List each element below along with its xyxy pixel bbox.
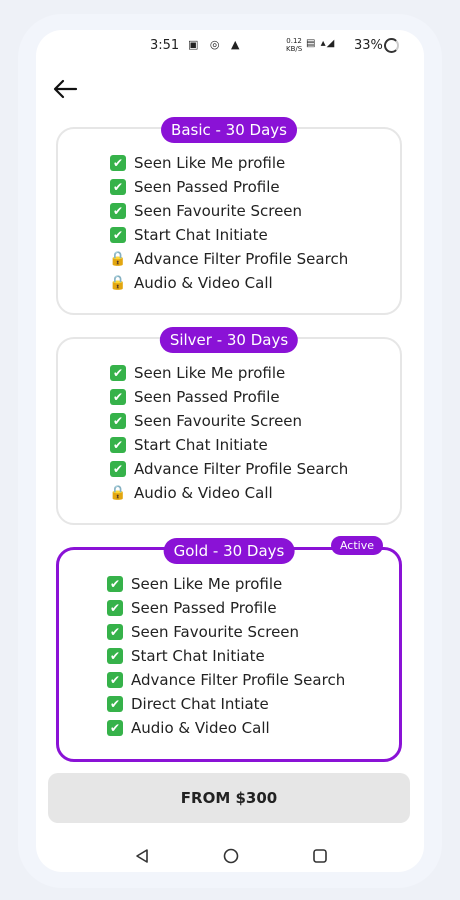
feature-label: Start Chat Initiate xyxy=(134,436,268,454)
feature-item: ✔ Seen Favourite Screen xyxy=(107,620,345,644)
nav-home-button[interactable] xyxy=(223,848,239,864)
system-nav-bar xyxy=(36,840,424,870)
check-icon: ✔ xyxy=(107,720,123,736)
feature-list: ✔ Seen Like Me profile ✔ Seen Passed Profil… xyxy=(109,151,349,295)
feature-item: ✔ Seen Like Me profile xyxy=(110,151,348,175)
nav-back-icon xyxy=(136,849,148,863)
plan-card-silver[interactable]: Silver - 30 Days ✔ Seen Like Me profile ✔ S… xyxy=(56,327,402,525)
check-icon: ✔ xyxy=(110,389,126,405)
feature-item: ✔ Seen Like Me profile xyxy=(107,572,345,596)
feature-label: Audio & Video Call xyxy=(134,484,273,502)
check-icon: ✔ xyxy=(107,624,123,640)
feature-item: ✔ Start Chat Initiate xyxy=(110,223,348,247)
feature-item: ✔ Advance Filter Profile Search xyxy=(110,457,348,481)
network-speed-value: 0.12 xyxy=(286,37,302,45)
feature-label: Seen Like Me profile xyxy=(134,154,286,172)
nav-recents-button[interactable] xyxy=(312,848,328,864)
network-signal-icon: ▤ ▴◢ xyxy=(306,38,336,49)
lock-icon: 🔒 xyxy=(109,275,127,291)
plan-title: Gold - 30 Days xyxy=(163,538,295,564)
back-arrow-icon xyxy=(53,79,78,99)
lock-icon: 🔒 xyxy=(109,251,127,267)
feature-label: Direct Chat Intiate xyxy=(131,695,269,713)
feature-label: Start Chat Initiate xyxy=(134,226,268,244)
feature-label: Seen Favourite Screen xyxy=(134,202,303,220)
feature-label: Advance Filter Profile Search xyxy=(134,250,349,268)
feature-label: Seen Favourite Screen xyxy=(134,412,303,430)
check-icon: ✔ xyxy=(110,155,126,171)
battery-icon xyxy=(384,38,399,53)
check-icon: ✔ xyxy=(110,179,126,195)
plan-title: Basic - 30 Days xyxy=(161,117,297,143)
feature-label: Seen Passed Profile xyxy=(134,388,280,406)
feature-item: ✔ Start Chat Initiate xyxy=(107,644,345,668)
feature-item: ✔ Seen Favourite Screen xyxy=(110,199,348,223)
feature-label: Advance Filter Profile Search xyxy=(131,671,346,689)
feature-item: ✔ Seen Passed Profile xyxy=(110,175,348,199)
feature-item: ✔ Start Chat Initiate xyxy=(110,433,348,457)
status-notification-icons: ▣ ◎ ▲ xyxy=(188,38,244,51)
feature-label: Seen Like Me profile xyxy=(134,364,286,382)
feature-item: ✔ Advance Filter Profile Search xyxy=(107,668,345,692)
feature-item: 🔒 Audio & Video Call xyxy=(109,271,348,295)
check-icon: ✔ xyxy=(110,413,126,429)
feature-item: ✔ Seen Favourite Screen xyxy=(110,409,348,433)
network-speed-unit: KB/S xyxy=(286,45,303,53)
check-icon: ✔ xyxy=(110,203,126,219)
status-time: 3:51 xyxy=(150,38,180,53)
feature-item: ✔ Seen Passed Profile xyxy=(107,596,345,620)
feature-item: 🔒 Advance Filter Profile Search xyxy=(109,247,349,271)
status-bar: 3:51 ▣ ◎ ▲ 0.12 KB/S ▤ ▴◢ 33% xyxy=(36,30,424,64)
feature-item: ✔ Direct Chat Intiate xyxy=(107,692,345,716)
check-icon: ✔ xyxy=(110,227,126,243)
check-icon: ✔ xyxy=(107,648,123,664)
feature-label: Seen Passed Profile xyxy=(131,599,277,617)
lock-icon: 🔒 xyxy=(109,485,127,501)
plan-title: Silver - 30 Days xyxy=(159,327,299,353)
check-icon: ✔ xyxy=(107,576,123,592)
plan-card-gold[interactable]: Gold - 30 Days Active ✔ Seen Like Me prof… xyxy=(56,536,402,762)
feature-item: 🔒 Audio & Video Call xyxy=(109,481,348,505)
feature-list: ✔ Seen Like Me profile ✔ Seen Passed Profil… xyxy=(107,572,345,740)
feature-label: Start Chat Initiate xyxy=(131,647,265,665)
check-icon: ✔ xyxy=(110,365,126,381)
nav-recents-icon xyxy=(313,849,327,863)
plan-card-basic[interactable]: Basic - 30 Days ✔ Seen Like Me profile ✔ Se… xyxy=(56,117,402,315)
feature-label: Audio & Video Call xyxy=(134,274,273,292)
nav-back-button[interactable] xyxy=(134,848,150,864)
check-icon: ✔ xyxy=(110,461,126,477)
check-icon: ✔ xyxy=(110,437,126,453)
active-badge: Active xyxy=(330,536,383,555)
feature-label: Seen Favourite Screen xyxy=(131,623,300,641)
purchase-button[interactable]: FROM $300 xyxy=(48,773,410,823)
check-icon: ✔ xyxy=(107,696,123,712)
app-screen: 3:51 ▣ ◎ ▲ 0.12 KB/S ▤ ▴◢ 33% Basic - 30… xyxy=(36,30,424,872)
nav-home-icon xyxy=(223,848,239,864)
feature-item: ✔ Audio & Video Call xyxy=(107,716,345,740)
feature-item: ✔ Seen Passed Profile xyxy=(110,385,348,409)
back-button[interactable] xyxy=(52,78,78,100)
feature-label: Advance Filter Profile Search xyxy=(134,460,349,478)
feature-list: ✔ Seen Like Me profile ✔ Seen Passed Profil… xyxy=(109,361,348,505)
feature-label: Audio & Video Call xyxy=(131,719,270,737)
check-icon: ✔ xyxy=(107,672,123,688)
feature-label: Seen Like Me profile xyxy=(131,575,283,593)
feature-label: Seen Passed Profile xyxy=(134,178,280,196)
battery-percent: 33% xyxy=(354,38,383,53)
network-speed: 0.12 KB/S xyxy=(286,37,302,53)
check-icon: ✔ xyxy=(107,600,123,616)
feature-item: ✔ Seen Like Me profile xyxy=(110,361,348,385)
